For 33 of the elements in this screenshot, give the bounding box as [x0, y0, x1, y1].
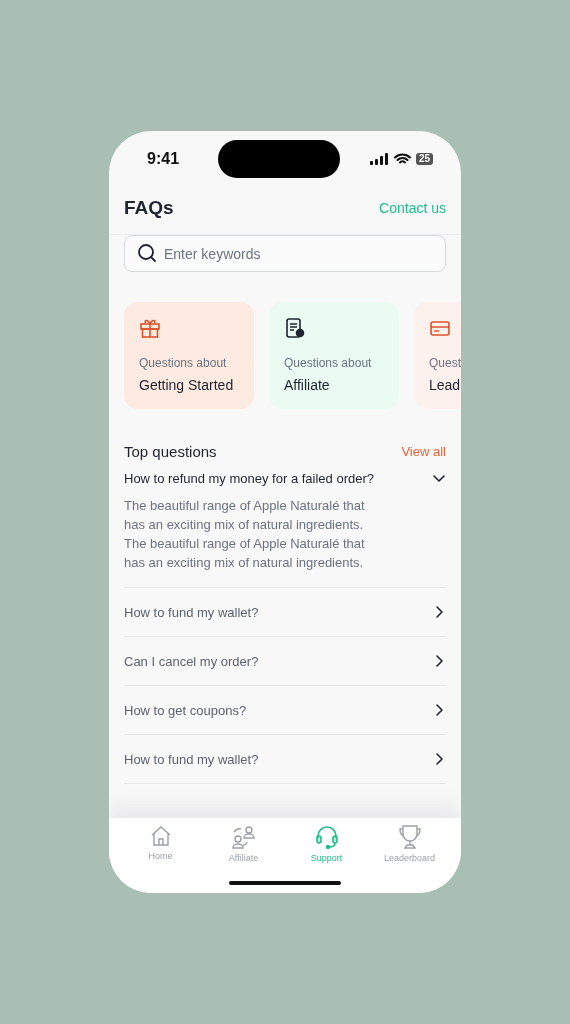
card-caption: Questions about: [139, 356, 227, 370]
view-all-link[interactable]: View all: [401, 444, 446, 459]
gift-icon: [139, 317, 161, 339]
document-icon: [284, 317, 306, 339]
answer-text: The beautiful range of Apple Naturalé that has an exciting mix of natural ingredients. The beautiful range of Apple Naturalé that has an exciting mix of natural ingredients.: [124, 497, 366, 572]
people-exchange-icon: [230, 824, 257, 850]
question-text: Can I cancel my order?: [124, 653, 259, 669]
question-text: How to fund my wallet?: [124, 751, 259, 767]
trophy-icon: [397, 824, 422, 850]
section-title: Top questions: [124, 443, 217, 460]
question-item[interactable]: How to fund my wallet?: [124, 735, 446, 783]
card-caption: Quest: [429, 356, 461, 370]
headset-icon: [313, 824, 340, 850]
category-card[interactable]: Questions about Affiliate: [269, 302, 399, 409]
card-caption: Questions about: [284, 356, 372, 370]
question-text: How to refund my money for a failed order?: [124, 470, 374, 486]
page-title: FAQs: [124, 197, 174, 219]
search-field[interactable]: Enter keywords: [124, 235, 446, 272]
category-card[interactable]: Quest Lead: [414, 302, 461, 409]
question-item[interactable]: How to refund my money for a failed order?: [124, 460, 446, 496]
signal-icon: [369, 153, 389, 165]
card-title: Lead: [429, 377, 461, 393]
question-item[interactable]: How to fund my wallet?: [124, 588, 446, 636]
category-card[interactable]: Questions about Getting Started: [124, 302, 254, 409]
battery-indicator: 25: [415, 153, 433, 165]
question-item[interactable]: Can I cancel my order?: [124, 637, 446, 685]
card-title: Affiliate: [284, 377, 330, 393]
status-time: 9:41: [147, 150, 180, 168]
wifi-icon: [393, 153, 411, 165]
question-text: How to fund my wallet?: [124, 604, 259, 620]
question-text: How to get coupons?: [124, 702, 247, 718]
card-title: Getting Started: [139, 377, 234, 393]
question-item[interactable]: How to get coupons?: [124, 686, 446, 734]
